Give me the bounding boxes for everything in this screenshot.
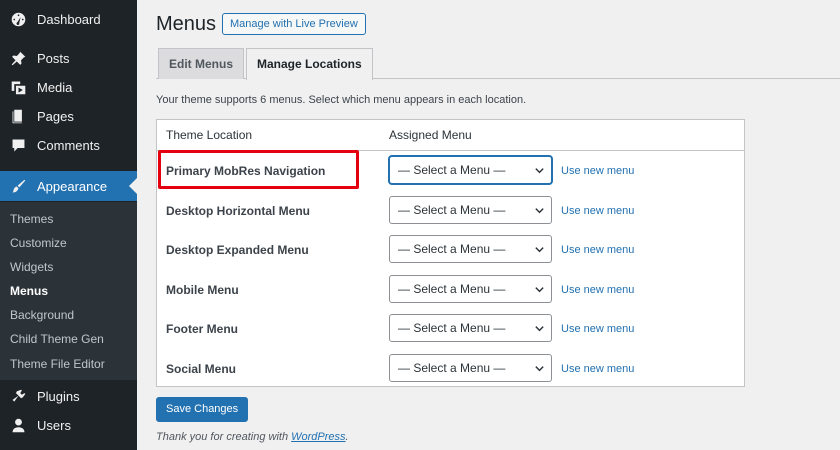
intro-text: Your theme supports 6 menus. Select whic… [156, 94, 527, 106]
comments-icon [8, 136, 28, 156]
page-title: Menus [156, 13, 217, 35]
chevron-down-icon [535, 366, 544, 372]
footer-thankyou: Thank you for creating with WordPress. [156, 431, 349, 443]
menu-select[interactable]: — Select a Menu — [389, 354, 552, 382]
plugins-icon [8, 387, 28, 407]
sidebar-item-label: Plugins [37, 389, 80, 404]
submenu-item-customize[interactable]: Customize [10, 236, 67, 250]
sidebar-item-label: Media [37, 80, 73, 95]
menu-select[interactable]: — Select a Menu — [389, 314, 552, 342]
footer-suffix: . [345, 431, 349, 443]
menu-select-value: — Select a Menu — [398, 282, 506, 296]
brush-icon [8, 176, 28, 196]
column-header-theme-location: Theme Location [166, 128, 253, 142]
menu-select[interactable]: — Select a Menu — [389, 156, 552, 184]
sidebar-item-label: Appearance [37, 178, 108, 194]
users-icon [8, 416, 28, 436]
sidebar-item-label: Users [37, 418, 71, 433]
pages-icon [8, 107, 28, 127]
chevron-down-icon [535, 208, 544, 214]
menu-select[interactable]: — Select a Menu — [389, 275, 552, 303]
sidebar-item-label: Comments [37, 138, 100, 153]
chevron-down-icon [535, 168, 544, 174]
use-new-menu-link[interactable]: Use new menu [561, 244, 634, 256]
sidebar-item-plugins[interactable]: Plugins [0, 382, 137, 411]
table-row: Mobile Menu — Select a Menu — Use new me… [157, 271, 744, 310]
menu-select-value: — Select a Menu — [398, 242, 506, 256]
location-name: Desktop Horizontal Menu [166, 204, 311, 218]
use-new-menu-link[interactable]: Use new menu [561, 363, 634, 375]
table-row: Social Menu — Select a Menu — Use new me… [157, 350, 744, 389]
column-header-assigned-menu: Assigned Menu [389, 128, 472, 142]
location-name: Social Menu [166, 362, 237, 376]
submenu-item-background[interactable]: Background [10, 308, 74, 322]
menu-select-value: — Select a Menu — [398, 203, 506, 217]
sidebar-item-users[interactable]: Users [0, 411, 137, 440]
menu-select-value: — Select a Menu — [398, 321, 506, 335]
submenu-item-widgets[interactable]: Widgets [10, 260, 53, 274]
submenu-item-menus[interactable]: Menus [10, 284, 48, 298]
sidebar-item-dashboard[interactable]: Dashboard [0, 5, 137, 34]
footer-prefix: Thank you for creating with [156, 431, 292, 443]
location-name: Desktop Expanded Menu [166, 243, 309, 257]
sidebar-item-label: Dashboard [37, 12, 101, 27]
sidebar-item-appearance[interactable]: Appearance [0, 171, 137, 201]
table-row: Footer Menu — Select a Menu — Use new me… [157, 310, 744, 349]
use-new-menu-link[interactable]: Use new menu [561, 323, 634, 335]
appearance-submenu: Themes Customize Widgets Menus Backgroun… [0, 202, 137, 380]
manage-live-preview-button[interactable]: Manage with Live Preview [222, 13, 366, 35]
tab-edit-menus[interactable]: Edit Menus [158, 48, 245, 79]
menu-select-value: — Select a Menu — [398, 163, 506, 177]
menu-select-value: — Select a Menu — [398, 361, 506, 375]
save-changes-button[interactable]: Save Changes [156, 397, 249, 422]
use-new-menu-link[interactable]: Use new menu [561, 205, 634, 217]
use-new-menu-link[interactable]: Use new menu [561, 284, 634, 296]
sidebar-item-comments[interactable]: Comments [0, 131, 137, 160]
use-new-menu-link[interactable]: Use new menu [561, 165, 634, 177]
sidebar-item-media[interactable]: Media [0, 73, 137, 102]
menu-select[interactable]: — Select a Menu — [389, 235, 552, 263]
dashboard-icon [8, 10, 28, 30]
sidebar-item-label: Pages [37, 109, 74, 124]
highlight-annotation [158, 150, 359, 189]
submenu-item-theme-file-editor[interactable]: Theme File Editor [10, 357, 105, 371]
location-name: Mobile Menu [166, 283, 239, 297]
sidebar-item-pages[interactable]: Pages [0, 102, 137, 131]
media-icon [8, 78, 28, 98]
table-row: Desktop Horizontal Menu — Select a Menu … [157, 192, 744, 231]
location-name: Footer Menu [166, 322, 238, 336]
submenu-item-child-theme-gen[interactable]: Child Theme Gen [10, 332, 104, 346]
chevron-down-icon [535, 326, 544, 332]
chevron-down-icon [535, 287, 544, 293]
wordpress-link[interactable]: WordPress [291, 431, 345, 443]
sidebar-item-label: Posts [37, 51, 70, 66]
menu-select[interactable]: — Select a Menu — [389, 196, 552, 224]
submenu-item-themes[interactable]: Themes [10, 212, 53, 226]
pin-icon [8, 49, 28, 69]
admin-sidebar: Dashboard Posts Media Pages Comments App… [0, 0, 137, 450]
tab-manage-locations[interactable]: Manage Locations [246, 48, 373, 80]
chevron-down-icon [535, 247, 544, 253]
table-row: Desktop Expanded Menu — Select a Menu — … [157, 231, 744, 270]
sidebar-item-posts[interactable]: Posts [0, 44, 137, 73]
